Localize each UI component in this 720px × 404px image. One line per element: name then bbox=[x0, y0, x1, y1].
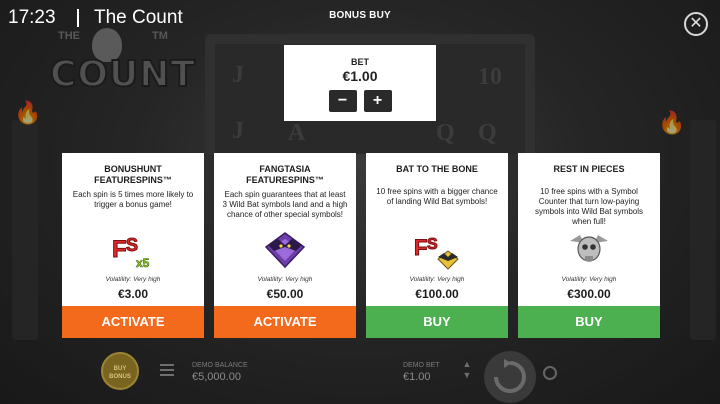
bet-label: BET bbox=[351, 57, 369, 67]
close-icon[interactable]: ✕ bbox=[684, 12, 708, 36]
demo-bet-label: DEMO BET bbox=[403, 362, 440, 369]
balance-label: DEMO BALANCE bbox=[192, 362, 248, 369]
buy-button[interactable]: BUY bbox=[518, 306, 660, 338]
card-volatility: Volatility: Very high bbox=[409, 276, 465, 283]
bonus-card-bonushunt: BONUSHUNT FEATURESPINS™ Each spin is 5 t… bbox=[62, 153, 204, 338]
card-title: FANGTASIA FEATURESPINS™ bbox=[246, 164, 324, 185]
bet-decrease-button[interactable]: − bbox=[328, 90, 357, 112]
dialog-title: BONUS BUY bbox=[329, 10, 391, 21]
bet-adjust-chevrons-icon[interactable]: ▲ ▼ bbox=[460, 359, 474, 381]
card-description: 10 free spins with a bigger chance of la… bbox=[376, 187, 498, 206]
top-bar: 17:23 The Count BONUS BUY ✕ bbox=[0, 0, 720, 40]
card-title: BONUSHUNT FEATURESPINS™ bbox=[94, 164, 172, 185]
svg-text:x5: x5 bbox=[136, 256, 150, 270]
spin-arrows-icon bbox=[494, 359, 526, 393]
card-price: €3.00 bbox=[117, 287, 149, 301]
card-price: €100.00 bbox=[415, 287, 459, 301]
buy-button[interactable]: BUY bbox=[366, 306, 508, 338]
card-description: Each spin guarantees that at least 3 Wil… bbox=[222, 190, 348, 219]
fs-bat-icon: F S bbox=[414, 235, 459, 270]
fs-x5-icon: F S x5 bbox=[112, 235, 150, 271]
buy-bonus-button[interactable]: BUY BONUS bbox=[101, 352, 139, 390]
svg-text:F: F bbox=[414, 235, 427, 260]
bet-value: €1.00 bbox=[342, 68, 378, 84]
card-description: 10 free spins with a Symbol Counter that… bbox=[534, 187, 644, 226]
bet-controls: − + bbox=[284, 90, 436, 112]
card-title: REST IN PIECES bbox=[553, 164, 625, 174]
activate-button[interactable]: ACTIVATE bbox=[214, 306, 356, 338]
purple-bat-icon bbox=[264, 232, 306, 269]
svg-text:F: F bbox=[112, 236, 127, 263]
bonus-card-rest-in-pieces: REST IN PIECES 10 free spins with a Symb… bbox=[518, 153, 660, 338]
card-price: €300.00 bbox=[567, 287, 611, 301]
spin-button[interactable] bbox=[484, 351, 536, 403]
autoplay-icon[interactable] bbox=[543, 366, 557, 380]
bonus-card-bat-to-the-bone: BAT TO THE BONE 10 free spins with a big… bbox=[366, 153, 508, 338]
activate-button[interactable]: ACTIVATE bbox=[62, 306, 204, 338]
demo-bet-value: €1.00 bbox=[403, 371, 431, 383]
menu-icon[interactable] bbox=[160, 364, 174, 376]
balance-value: €5,000.00 bbox=[192, 371, 241, 383]
svg-text:S: S bbox=[427, 236, 438, 253]
card-volatility: Volatility: Very high bbox=[561, 276, 617, 283]
card-volatility: Volatility: Very high bbox=[105, 276, 161, 283]
card-volatility: Volatility: Very high bbox=[257, 276, 313, 283]
svg-text:S: S bbox=[126, 235, 138, 255]
bonus-card-fangtasia: FANGTASIA FEATURESPINS™ Each spin guaran… bbox=[214, 153, 356, 338]
bet-increase-button[interactable]: + bbox=[363, 90, 392, 112]
card-description: Each spin is 5 times more likely to trig… bbox=[72, 190, 194, 209]
bet-panel: BET €1.00 − + bbox=[284, 45, 436, 121]
card-title: BAT TO THE BONE bbox=[396, 164, 478, 174]
skull-bat-icon bbox=[570, 235, 608, 262]
card-price: €50.00 bbox=[266, 287, 304, 301]
bottom-bar: BUY BONUS DEMO BALANCE €5,000.00 DEMO BE… bbox=[0, 340, 720, 404]
